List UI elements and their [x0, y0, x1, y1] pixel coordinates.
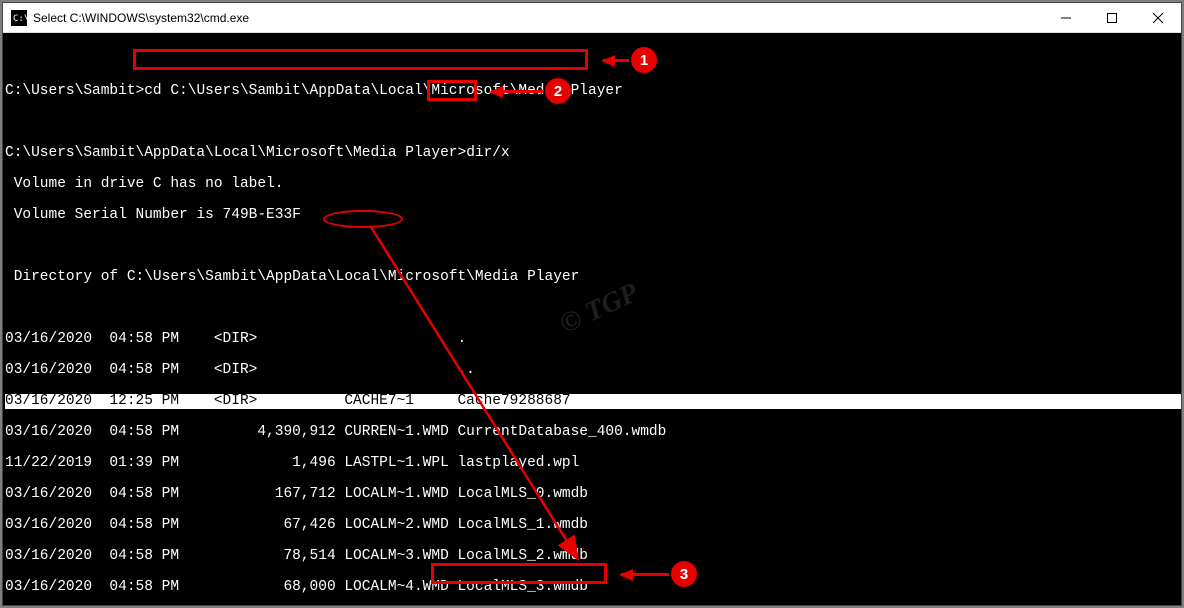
svg-text:C:\: C:\ — [13, 14, 27, 24]
prompt-2-prefix: C:\Users\Sambit\AppData\Local\Microsoft\… — [5, 145, 466, 161]
command-2: dir/x — [466, 145, 510, 161]
cmd-window: C:\ Select C:\WINDOWS\system32\cmd.exe C… — [2, 2, 1182, 606]
annotation-arrow-3 — [621, 573, 669, 576]
minimize-button[interactable] — [1043, 3, 1089, 33]
annotation-badge-2: 2 — [545, 78, 571, 104]
annotation-badge-1: 1 — [631, 47, 657, 73]
listing-row: 03/16/2020 04:58 PM 67,426 LOCALM~2.WMD … — [5, 518, 1181, 534]
cmd-icon: C:\ — [11, 10, 27, 26]
volume-line-1: Volume in drive C has no label. — [5, 177, 1181, 193]
listing-row: 03/16/2020 04:58 PM 68,000 LOCALM~4.WMD … — [5, 580, 1181, 596]
listing-row-highlighted: 03/16/2020 12:25 PM <DIR> CACHE7~1 Cache… — [5, 394, 1181, 410]
listing-row: 03/16/2020 04:58 PM 78,514 LOCALM~3.WMD … — [5, 549, 1181, 565]
volume-line-2: Volume Serial Number is 749B-E33F — [5, 208, 1181, 224]
close-button[interactable] — [1135, 3, 1181, 33]
maximize-button[interactable] — [1089, 3, 1135, 33]
window-title: Select C:\WINDOWS\system32\cmd.exe — [33, 11, 249, 25]
listing-row: 11/22/2019 01:39 PM 1,496 LASTPL~1.WPL l… — [5, 456, 1181, 472]
dir-header: Directory of C:\Users\Sambit\AppData\Loc… — [5, 270, 1181, 286]
annotation-arrow-1 — [603, 59, 629, 62]
console-output[interactable]: C:\Users\Sambit>cd C:\Users\Sambit\AppDa… — [3, 33, 1181, 605]
annotation-arrow-2 — [491, 90, 543, 93]
annotation-badge-3: 3 — [671, 561, 697, 587]
titlebar[interactable]: C:\ Select C:\WINDOWS\system32\cmd.exe — [3, 3, 1181, 33]
listing-row: 03/16/2020 04:58 PM 4,390,912 CURREN~1.W… — [5, 425, 1181, 441]
prompt-1-prefix: C:\Users\Sambit> — [5, 83, 144, 99]
listing-row: 03/16/2020 04:58 PM <DIR> .. — [5, 363, 1181, 379]
listing-row: 03/16/2020 04:58 PM <DIR> . — [5, 332, 1181, 348]
listing-row: 03/16/2020 04:58 PM 167,712 LOCALM~1.WMD… — [5, 487, 1181, 503]
